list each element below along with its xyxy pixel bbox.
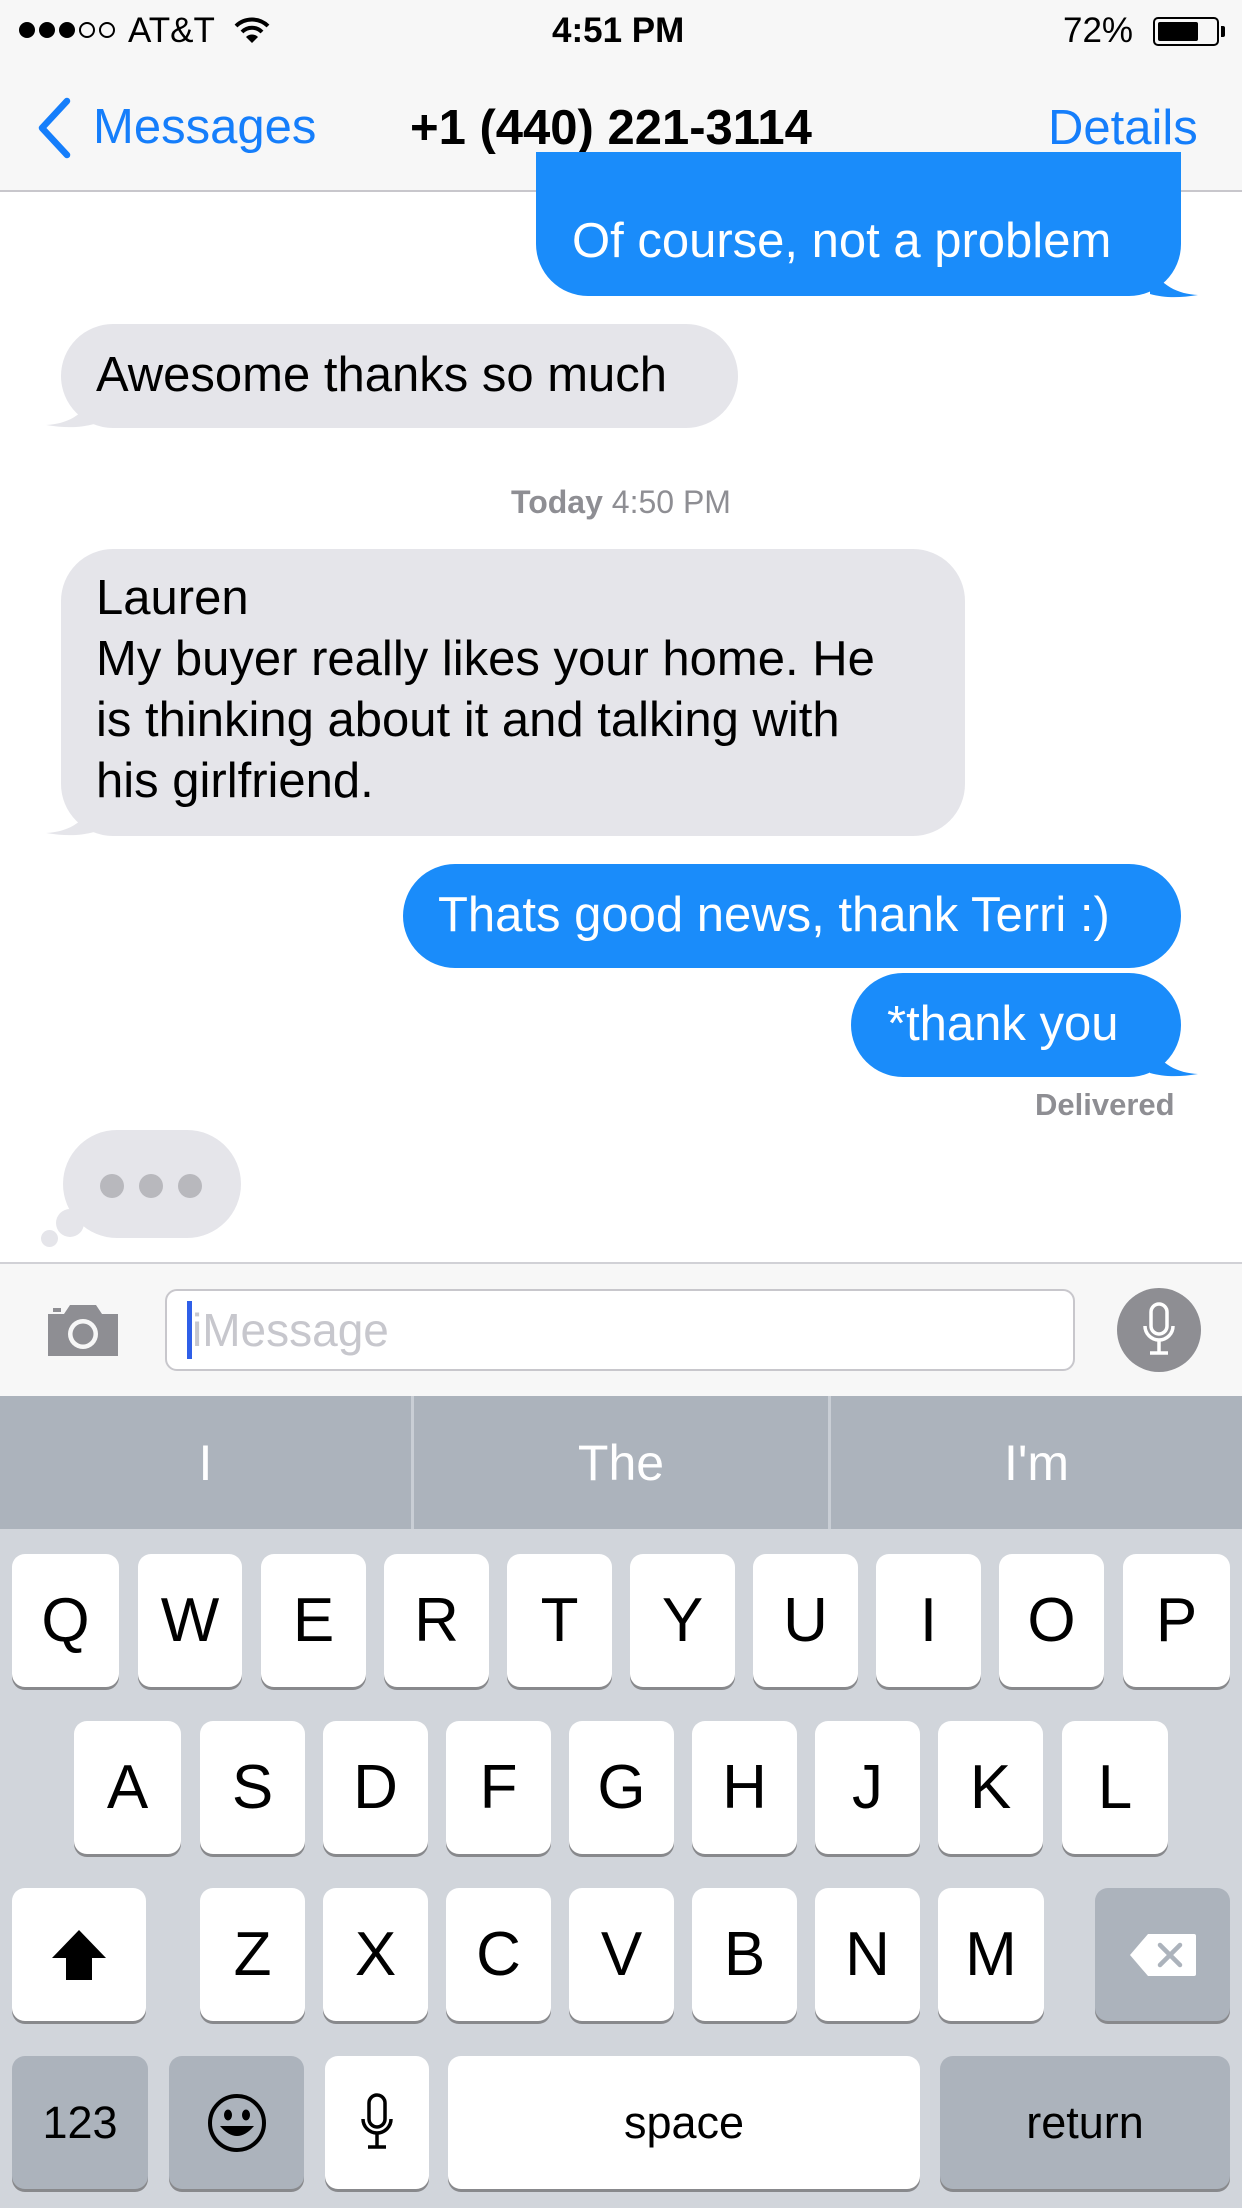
key-t[interactable]: T xyxy=(507,1554,612,1687)
status-bar: AT&T 4:51 PM 72% xyxy=(0,0,1242,62)
battery-fill xyxy=(1158,22,1198,41)
signal-dot xyxy=(19,22,35,38)
key-g[interactable]: G xyxy=(569,1721,674,1854)
message-line: his girlfriend. xyxy=(96,754,374,808)
message-input[interactable] xyxy=(165,1289,1075,1371)
prediction-suggestion[interactable]: I'm xyxy=(831,1396,1242,1529)
battery-icon xyxy=(1153,17,1219,46)
typing-dot xyxy=(139,1174,163,1198)
space-key[interactable]: space xyxy=(448,2056,920,2189)
key-f[interactable]: F xyxy=(446,1721,551,1854)
key-p[interactable]: P xyxy=(1123,1554,1230,1687)
timestamp-day: Today xyxy=(511,484,603,520)
key-w[interactable]: W xyxy=(138,1554,242,1687)
key-u[interactable]: U xyxy=(753,1554,858,1687)
microphone-button[interactable] xyxy=(1117,1288,1201,1372)
compose-bar xyxy=(0,1262,1242,1396)
key-h[interactable]: H xyxy=(692,1721,797,1854)
backspace-icon xyxy=(1129,1933,1196,1976)
signal-dot xyxy=(59,22,75,38)
key-v[interactable]: V xyxy=(569,1888,674,2021)
wifi-icon xyxy=(234,17,270,43)
key-o[interactable]: O xyxy=(999,1554,1104,1687)
message-line: Lauren xyxy=(96,571,249,625)
bubble-tail xyxy=(46,802,94,836)
microphone-icon xyxy=(1143,1302,1175,1355)
key-d[interactable]: D xyxy=(323,1721,428,1854)
signal-dot xyxy=(99,22,115,38)
key-q[interactable]: Q xyxy=(12,1554,119,1687)
message-line: is thinking about it and talking with xyxy=(96,693,840,747)
battery-nub xyxy=(1221,26,1225,37)
key-k[interactable]: K xyxy=(938,1721,1043,1854)
key-c[interactable]: C xyxy=(446,1888,551,2021)
key-n[interactable]: N xyxy=(815,1888,920,2021)
details-button[interactable]: Details xyxy=(1048,98,1198,158)
delete-key[interactable] xyxy=(1095,1888,1230,2021)
chevron-left-icon xyxy=(38,97,71,159)
back-button[interactable]: Messages xyxy=(30,92,340,162)
typing-dot xyxy=(100,1174,124,1198)
keyboard: I The I'm Q W E R T Y U I O P A S D F G … xyxy=(0,1396,1242,2208)
key-z[interactable]: Z xyxy=(200,1888,305,2021)
typing-bubble-circle xyxy=(41,1230,58,1247)
conversation-title: +1 (440) 221-3114 xyxy=(410,101,812,155)
prediction-suggestion[interactable]: The xyxy=(414,1396,828,1529)
key-a[interactable]: A xyxy=(74,1721,181,1854)
carrier-name: AT&T xyxy=(128,11,215,50)
typing-bubble-circle xyxy=(56,1209,84,1237)
return-key[interactable]: return xyxy=(940,2056,1230,2189)
key-r[interactable]: R xyxy=(384,1554,489,1687)
camera-icon[interactable] xyxy=(44,1300,122,1360)
key-b[interactable]: B xyxy=(692,1888,797,2021)
signal-dot xyxy=(39,22,55,38)
status-time: 4:51 PM xyxy=(552,11,685,50)
battery-percent: 72% xyxy=(1063,11,1134,50)
outgoing-message[interactable]: Thats good news, thank Terri :) xyxy=(403,864,1181,968)
bubble-tail xyxy=(46,394,94,428)
shift-icon xyxy=(52,1929,106,1980)
message-line: My buyer really likes your home. He xyxy=(96,632,875,686)
prediction-suggestion[interactable]: I xyxy=(0,1396,411,1529)
back-button-label: Messages xyxy=(93,100,317,154)
dictation-key[interactable] xyxy=(325,2056,429,2189)
emoji-icon xyxy=(207,2093,266,2152)
bubble-tail xyxy=(1150,1043,1198,1077)
signal-strength-icon xyxy=(19,22,115,38)
timestamp-time: 4:50 PM xyxy=(611,484,731,520)
emoji-key[interactable] xyxy=(169,2056,304,2189)
typing-indicator xyxy=(63,1130,241,1238)
numbers-key[interactable]: 123 xyxy=(12,2056,148,2189)
key-i[interactable]: I xyxy=(876,1554,981,1687)
incoming-message[interactable]: Awesome thanks so much xyxy=(61,324,738,428)
shift-key[interactable] xyxy=(12,1888,146,2021)
timestamp: Today 4:50 PM xyxy=(0,482,1242,522)
key-y[interactable]: Y xyxy=(630,1554,735,1687)
delivered-status: Delivered xyxy=(1035,1087,1175,1122)
message-text-block: Lauren My buyer really likes your home. … xyxy=(96,568,875,812)
message-text: *thank you xyxy=(887,997,1119,1051)
message-text: Thats good news, thank Terri :) xyxy=(438,888,1110,942)
outgoing-message[interactable]: *thank you xyxy=(851,973,1181,1077)
dictation-icon xyxy=(361,2092,393,2149)
key-m[interactable]: M xyxy=(938,1888,1044,2021)
key-x[interactable]: X xyxy=(323,1888,428,2021)
key-j[interactable]: J xyxy=(815,1721,920,1854)
typing-dot xyxy=(178,1174,202,1198)
bubble-tail xyxy=(1150,264,1198,298)
incoming-message[interactable]: Lauren My buyer really likes your home. … xyxy=(61,549,965,836)
outgoing-message[interactable]: Of course, not a problem xyxy=(536,152,1181,296)
key-l[interactable]: L xyxy=(1062,1721,1168,1854)
key-e[interactable]: E xyxy=(261,1554,366,1687)
message-text: Of course, not a problem xyxy=(572,214,1112,268)
message-text: Awesome thanks so much xyxy=(96,348,668,402)
key-s[interactable]: S xyxy=(200,1721,305,1854)
text-caret xyxy=(187,1301,192,1359)
signal-dot xyxy=(79,22,95,38)
predictive-bar: I The I'm xyxy=(0,1396,1242,1529)
